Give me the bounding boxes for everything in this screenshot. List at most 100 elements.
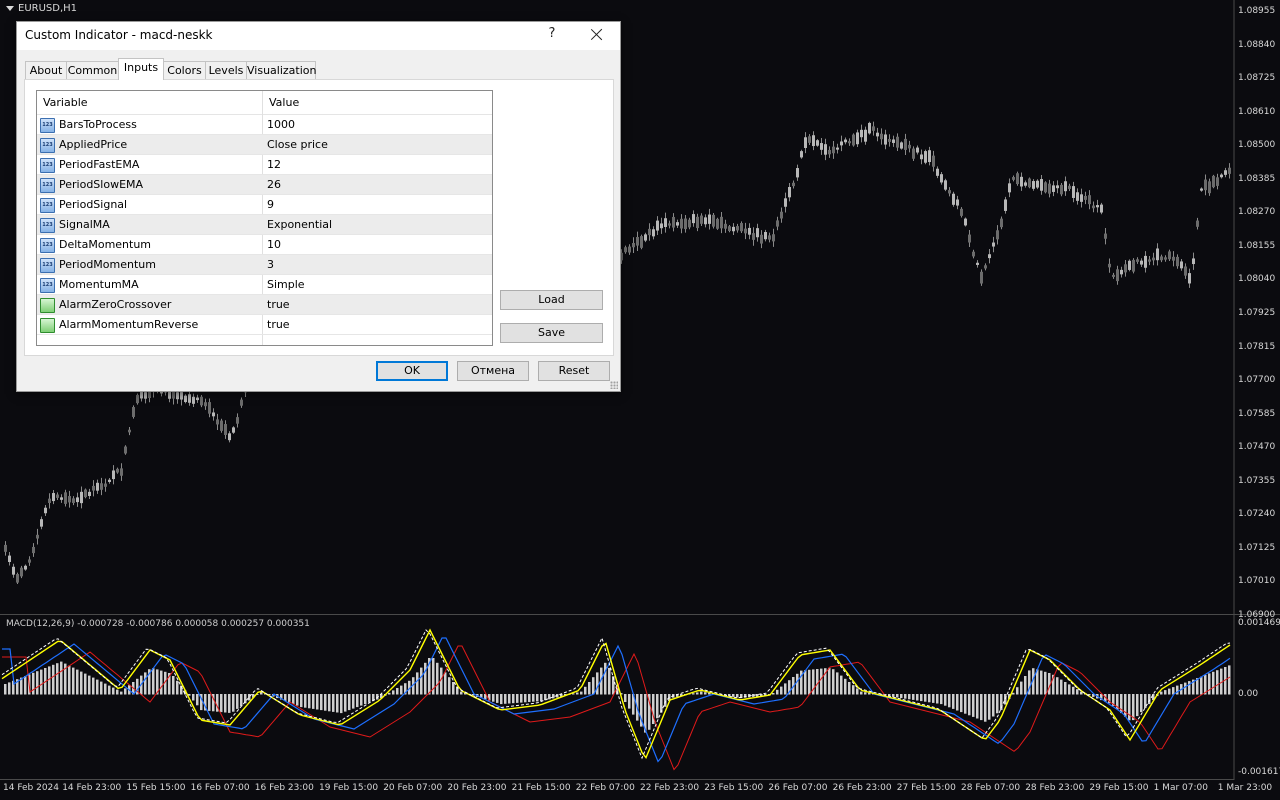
histogram-bar (1208, 673, 1211, 695)
numeric-param-icon: 123 (40, 158, 55, 173)
inputs-grid[interactable]: Variable Value 123 BarsToProcess 1000 123 Ap… (36, 90, 493, 346)
price-tick-label: 1.08955 (1238, 6, 1276, 16)
candle-body (116, 468, 119, 473)
table-row[interactable]: 123 PeriodMomentum 3 (37, 255, 492, 275)
candle-body (1100, 204, 1103, 213)
table-row[interactable]: 123 MomentumMA Simple (37, 275, 492, 295)
tab-common[interactable]: Common (66, 61, 119, 80)
table-row[interactable]: 123 PeriodSignal 9 (37, 195, 492, 215)
table-row[interactable]: 123 DeltaMomentum 10 (37, 235, 492, 255)
tab-colors[interactable]: Colors (163, 61, 206, 80)
tab-inputs[interactable]: Inputs (118, 58, 164, 80)
cancel-button[interactable]: Отмена (457, 361, 529, 381)
row-variable: BarsToProcess (59, 118, 137, 131)
histogram-bar (956, 694, 959, 711)
histogram-bar (840, 675, 843, 695)
histogram-bar (700, 691, 703, 695)
candle-body (712, 214, 715, 227)
row-variable: SignalMA (59, 218, 110, 231)
candle-body (844, 139, 847, 143)
time-tick-label: 28 Feb 07:00 (961, 783, 1021, 793)
candle-body (1180, 261, 1183, 269)
histogram-bar (980, 694, 983, 721)
close-icon[interactable] (587, 25, 607, 45)
candle-body (1228, 167, 1231, 174)
histogram-bar (540, 694, 543, 702)
histogram-bar (932, 694, 935, 703)
histogram-bar (508, 694, 511, 704)
candle-body (120, 468, 123, 476)
blue-line (2, 637, 1231, 763)
histogram-bar (1132, 694, 1135, 721)
row-value[interactable]: Close price (267, 135, 328, 155)
table-row[interactable]: 123 SignalMA Exponential (37, 215, 492, 235)
row-value[interactable]: 9 (267, 195, 274, 215)
row-value[interactable]: true (267, 295, 290, 315)
histogram-bar (1188, 681, 1191, 695)
table-row[interactable]: AlarmMomentumReverse true (37, 315, 492, 335)
candle-body (204, 402, 207, 407)
histogram-bar (240, 694, 243, 707)
candle-body (952, 193, 955, 205)
price-tick-label: 1.08500 (1238, 140, 1276, 151)
histogram-bar (100, 681, 103, 695)
histogram-bar (848, 682, 851, 695)
time-tick-label: 22 Feb 23:00 (640, 783, 700, 793)
histogram-bar (576, 692, 579, 695)
tab-levels[interactable]: Levels (205, 61, 247, 80)
row-value[interactable]: 12 (267, 155, 281, 175)
histogram-bar (588, 682, 591, 695)
row-value[interactable]: 26 (267, 175, 281, 195)
help-button[interactable]: ? (544, 26, 560, 44)
histogram-bar (820, 668, 823, 695)
candle-body (1144, 255, 1147, 268)
candle-body (132, 407, 135, 417)
dialog-titlebar[interactable]: Custom Indicator - macd-neskk ? (17, 22, 620, 50)
row-value[interactable]: 1000 (267, 115, 295, 135)
candle-body (20, 567, 23, 577)
row-value[interactable]: 3 (267, 255, 274, 275)
column-header-value[interactable]: Value (263, 91, 492, 114)
price-tick-label: 1.08610 (1238, 106, 1276, 117)
table-row[interactable]: 123 PeriodFastEMA 12 (37, 155, 492, 175)
candle-body (748, 227, 751, 235)
candle-body (916, 147, 919, 153)
row-value[interactable]: 10 (267, 235, 281, 255)
load-button[interactable]: Load (500, 290, 603, 310)
candle-body (176, 392, 179, 400)
candle-body (60, 497, 63, 500)
histogram-bar (1024, 676, 1027, 695)
row-value[interactable]: Simple (267, 275, 305, 295)
histogram-bar (420, 667, 423, 695)
histogram-bar (1200, 676, 1203, 695)
histogram-bar (452, 682, 455, 695)
histogram-bar (916, 694, 919, 701)
candle-body (1032, 181, 1035, 189)
ok-button[interactable]: OK (376, 361, 448, 381)
indicator-tick-label: 0.001469 (1238, 618, 1280, 628)
table-row[interactable]: 123 PeriodSlowEMA 26 (37, 175, 492, 195)
tab-about[interactable]: About (25, 61, 67, 80)
row-value[interactable]: Exponential (267, 215, 332, 235)
save-button[interactable]: Save (500, 323, 603, 343)
table-row[interactable]: AlarmZeroCrossover true (37, 295, 492, 315)
table-row[interactable]: 123 AppliedPrice Close price (37, 135, 492, 155)
row-value[interactable]: true (267, 315, 290, 335)
histogram-bar (944, 694, 947, 706)
candle-body (224, 424, 227, 435)
candle-body (1036, 180, 1039, 188)
candle-body (1148, 259, 1151, 262)
histogram-bar (1076, 689, 1079, 695)
candle-body (236, 417, 239, 424)
reset-button[interactable]: Reset (538, 361, 610, 381)
price-tick-label: 1.07125 (1238, 542, 1276, 553)
column-header-variable[interactable]: Variable (37, 91, 262, 114)
histogram-bar (80, 671, 83, 695)
histogram-bar (1012, 692, 1015, 695)
table-row[interactable]: 123 BarsToProcess 1000 (37, 115, 492, 135)
collapse-triangle-icon[interactable] (6, 5, 14, 11)
tab-visualization[interactable]: Visualization (246, 61, 316, 80)
resize-grip[interactable] (610, 381, 618, 389)
indicator-title: MACD(12,26,9) -0.000728 -0.000786 0.0000… (6, 619, 310, 629)
histogram-bar (1184, 682, 1187, 695)
